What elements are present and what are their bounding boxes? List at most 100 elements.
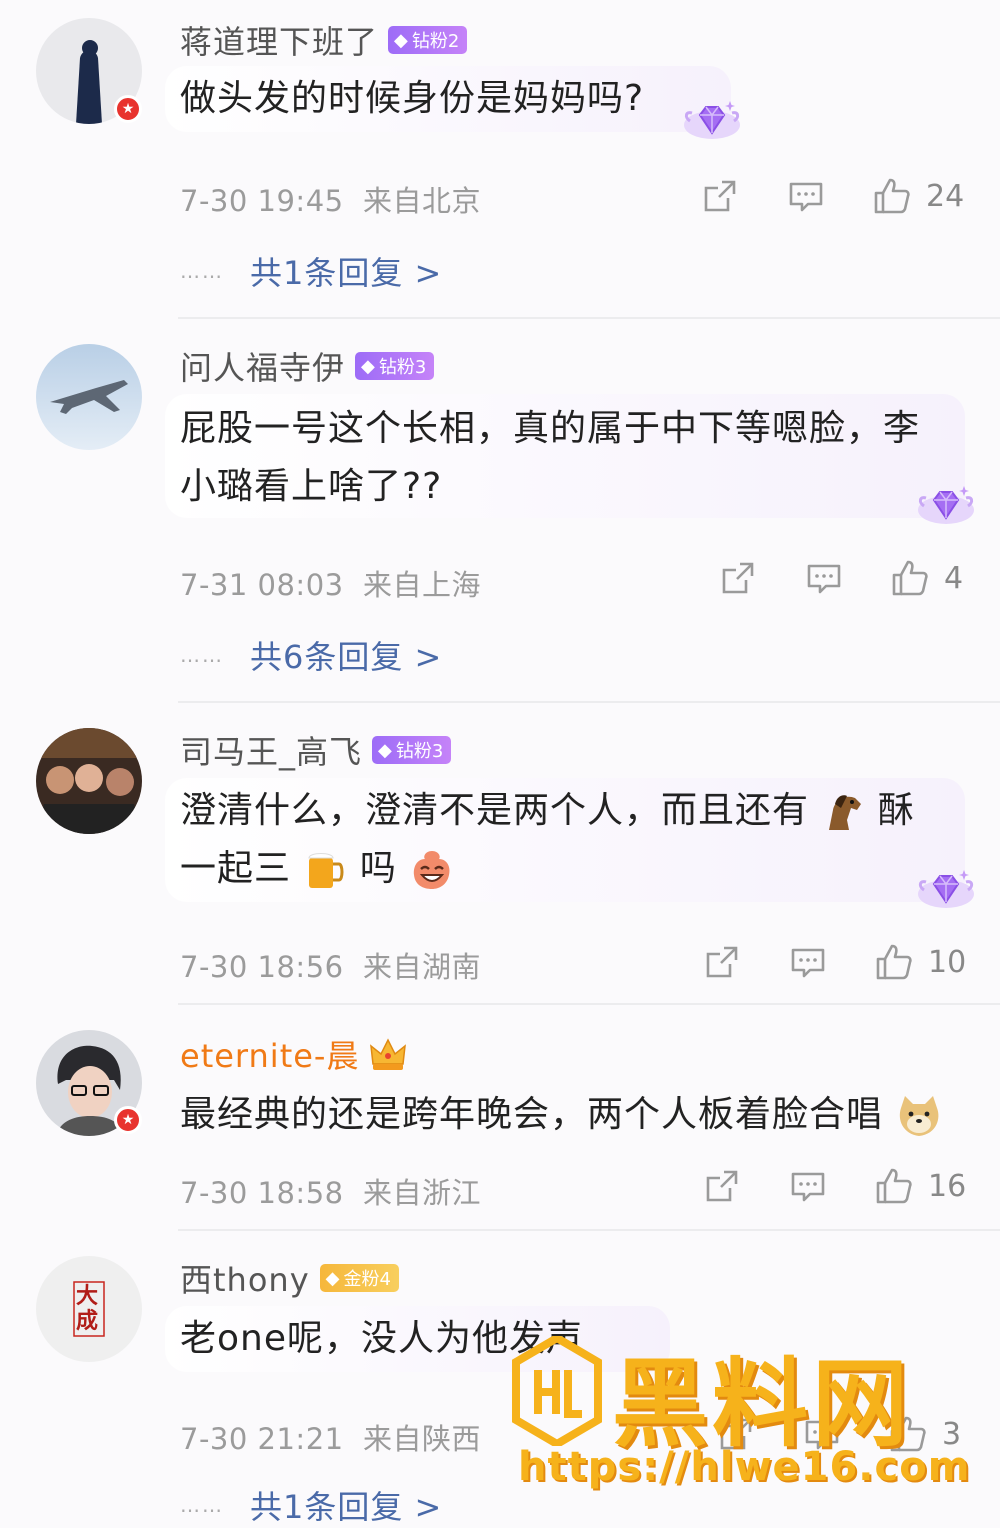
comment-actions: 10 [702, 942, 966, 982]
comment-text-fragment: 吗 [359, 848, 397, 889]
avatar[interactable] [36, 728, 142, 834]
timestamp: 7-30 19:45 [180, 184, 344, 218]
comment-text-fragment: 一起三 [180, 848, 292, 889]
comment-text-line: 一起三 吗 [180, 840, 915, 898]
share-icon[interactable] [718, 558, 758, 598]
comment-icon[interactable] [786, 176, 826, 216]
diamond-fan-icon [682, 95, 742, 145]
comment-actions: 16 [702, 1166, 966, 1206]
reply-dots: …… [180, 1493, 224, 1517]
diamond-fan-icon [916, 864, 976, 914]
comment-item: 司马王_高飞 ◆ 钻粉3 澄清什么，澄清不是两个人，而且还有 酥 一起三 吗 7… [0, 702, 1000, 1004]
diamond-icon: ◆ [361, 355, 375, 377]
fan-badge-label: 钻粉2 [411, 31, 460, 52]
reply-link-row: …… 共6条回复 > [180, 632, 442, 678]
diamond-fan-icon [916, 480, 976, 530]
laughing-emoji-icon [414, 851, 450, 889]
reply-dots: …… [180, 259, 224, 283]
like-count: 4 [944, 560, 964, 596]
like-count: 16 [928, 1168, 967, 1204]
verified-icon: ★ [114, 95, 142, 123]
comment-text: 屁股一号这个长相，真的属于中下等嗯脸，李 小璐看上啥了?? [180, 400, 920, 516]
name-row: 西thony ◆ 金粉4 [180, 1256, 399, 1300]
comment-item: ★ eternite-晨 最经典的还是跨年晚会，两个人板着脸合唱 7-30 18… [0, 1004, 1000, 1230]
fan-badge[interactable]: ◆ 钻粉3 [372, 736, 452, 764]
comment-item: 问人福寺伊 ◆ 钻粉3 屁股一号这个长相，真的属于中下等嗯脸，李 小璐看上啥了?… [0, 318, 1000, 702]
watermark: 黑料网 https://hlwe16.com [512, 1330, 972, 1495]
username[interactable]: 西thony [180, 1255, 310, 1301]
name-row: 问人福寺伊 ◆ 钻粉3 [180, 343, 435, 389]
comment-text: 澄清什么，澄清不是两个人，而且还有 酥 一起三 吗 [180, 782, 915, 898]
comment-text: 最经典的还是跨年晚会，两个人板着脸合唱 [180, 1086, 943, 1144]
username[interactable]: 蒋道理下班了 [180, 17, 378, 63]
view-replies-link[interactable]: 共1条回复 > [250, 1482, 442, 1528]
username[interactable]: 司马王_高飞 [180, 727, 362, 773]
timestamp: 7-30 18:58 [180, 1176, 344, 1210]
comment-actions: 4 [718, 558, 963, 598]
share-icon[interactable] [700, 176, 740, 216]
comment-text-line: 做头发的时候身份是妈妈吗? [180, 78, 645, 119]
like-count: 24 [926, 178, 965, 214]
like-icon[interactable] [872, 176, 912, 216]
avatar[interactable] [36, 344, 142, 450]
reply-link-row: …… 共1条回复 > [180, 1482, 442, 1528]
share-icon[interactable] [702, 942, 742, 982]
comment-meta: 7-30 18:58 来自浙江 [180, 1170, 481, 1212]
diamond-icon: ◆ [394, 29, 408, 51]
share-icon[interactable] [702, 1166, 742, 1206]
comment-text-line: 澄清什么，澄清不是两个人，而且还有 酥 [180, 782, 915, 840]
comment-text-fragment: 酥 [877, 790, 915, 831]
avatar-text: 大成 [76, 1283, 99, 1334]
username[interactable]: eternite-晨 [180, 1031, 359, 1077]
avatar[interactable]: 大成 [36, 1256, 142, 1362]
comment-meta: 7-31 08:03 来自上海 [180, 562, 481, 604]
view-replies-link[interactable]: 共6条回复 > [250, 632, 442, 678]
comment-meta: 7-30 19:45 来自北京 [180, 178, 481, 220]
name-row: eternite-晨 [180, 1032, 407, 1076]
location: 来自陕西 [363, 1422, 482, 1456]
fan-badge[interactable]: ◆ 钻粉2 [388, 26, 468, 54]
reply-link-row: …… 共1条回复 > [180, 248, 442, 294]
comment-meta: 7-30 21:21 来自陕西 [180, 1416, 481, 1458]
comment-text-line: 小璐看上啥了?? [180, 466, 443, 507]
location: 来自湖南 [363, 950, 482, 984]
beer-emoji-icon [308, 853, 344, 888]
diamond-icon: ◆ [378, 739, 392, 761]
like-icon[interactable] [890, 558, 930, 598]
like-icon[interactable] [874, 942, 914, 982]
timestamp: 7-31 08:03 [180, 568, 344, 602]
like-count: 10 [928, 944, 967, 980]
gold-diamond-icon: ◆ [325, 1267, 340, 1289]
name-row: 蒋道理下班了 ◆ 钻粉2 [180, 17, 468, 63]
timestamp: 7-30 18:56 [180, 950, 344, 984]
reply-dots: …… [180, 643, 224, 667]
crown-icon [370, 1038, 407, 1070]
watermark-url: https://hlwe16.com [518, 1444, 971, 1490]
like-icon[interactable] [874, 1166, 914, 1206]
verified-icon: ★ [114, 1106, 142, 1134]
comment-text: 做头发的时候身份是妈妈吗? [180, 70, 644, 128]
comment-icon[interactable] [788, 1166, 828, 1206]
watermark-logo-icon [512, 1336, 602, 1446]
username[interactable]: 问人福寺伊 [180, 343, 345, 389]
view-replies-link[interactable]: 共1条回复 > [250, 248, 442, 294]
comment-item: ★ 蒋道理下班了 ◆ 钻粉2 做头发的时候身份是妈妈吗? 7-30 19:45 … [0, 0, 1000, 318]
comment-text-fragment: 澄清什么，澄清不是两个人，而且还有 [180, 790, 810, 831]
fan-badge-label: 金粉4 [343, 1269, 391, 1290]
comment-meta: 7-30 18:56 来自湖南 [180, 944, 481, 986]
location: 来自北京 [363, 184, 482, 218]
fan-badge[interactable]: ◆ 钻粉3 [355, 352, 435, 380]
location: 来自浙江 [363, 1176, 482, 1210]
doge-emoji-icon [900, 1096, 939, 1136]
comment-text-line: 最经典的还是跨年晚会，两个人板着脸合唱 [180, 1094, 884, 1135]
comment-text-line: 屁股一号这个长相，真的属于中下等嗯脸，李 [180, 408, 921, 449]
location: 来自上海 [363, 568, 482, 602]
horse-emoji-icon [829, 795, 862, 830]
comment-actions: 24 [700, 176, 964, 216]
fan-badge[interactable]: ◆ 金粉4 [319, 1264, 399, 1292]
fan-badge-label: 钻粉3 [378, 357, 427, 378]
timestamp: 7-30 21:21 [180, 1422, 344, 1456]
comment-icon[interactable] [788, 942, 828, 982]
name-row: 司马王_高飞 ◆ 钻粉3 [180, 727, 452, 773]
comment-icon[interactable] [804, 558, 844, 598]
